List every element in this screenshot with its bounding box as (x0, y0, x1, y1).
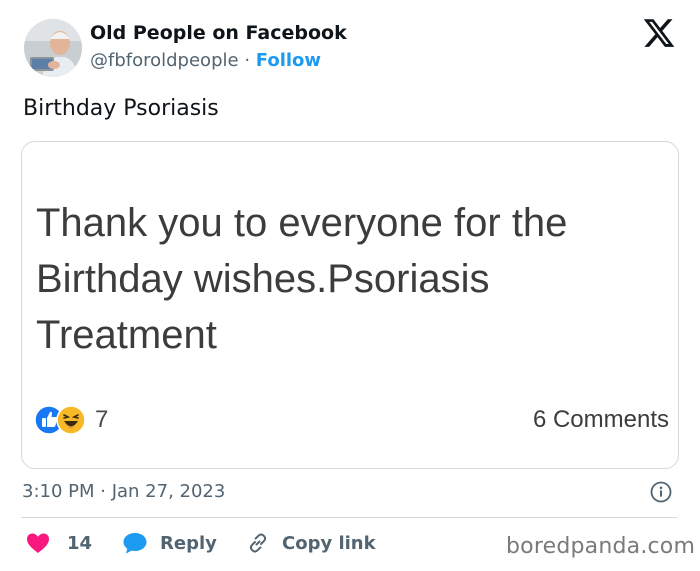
copy-link-label: Copy link (282, 532, 376, 554)
link-icon (249, 533, 267, 553)
author-handle-row: @fbforoldpeople · Follow (90, 50, 321, 71)
reaction-count: 7 (95, 406, 109, 433)
embedded-media-card[interactable]: Thank you to everyone for the Birthday w… (21, 141, 679, 469)
handle-separator: · (244, 50, 251, 71)
follow-button[interactable]: Follow (256, 50, 321, 71)
reply-button[interactable]: Reply (122, 528, 217, 558)
watermark: boredpanda.com (506, 534, 696, 559)
divider (21, 517, 677, 518)
heart-icon (27, 533, 49, 553)
copy-link-button[interactable]: Copy link (246, 528, 376, 558)
like-count: 14 (67, 532, 93, 554)
x-logo-icon[interactable] (642, 16, 676, 50)
author-name[interactable]: Old People on Facebook (90, 22, 347, 44)
avatar[interactable] (24, 19, 82, 77)
comments-count: 6 Comments (532, 406, 669, 433)
facebook-post-text: Thank you to everyone for the Birthday w… (36, 201, 568, 357)
reply-label: Reply (160, 532, 217, 554)
fb-haha-icon (56, 405, 86, 435)
tweet-text: Birthday Psoriasis (23, 96, 219, 121)
tweet-timestamp[interactable]: 3:10 PM · Jan 27, 2023 (22, 481, 225, 502)
info-icon[interactable] (650, 481, 672, 503)
like-button[interactable]: 14 (26, 528, 92, 558)
author-handle[interactable]: @fbforoldpeople (90, 50, 239, 71)
avatar-image (24, 19, 82, 77)
reply-bubble-icon (123, 533, 147, 554)
